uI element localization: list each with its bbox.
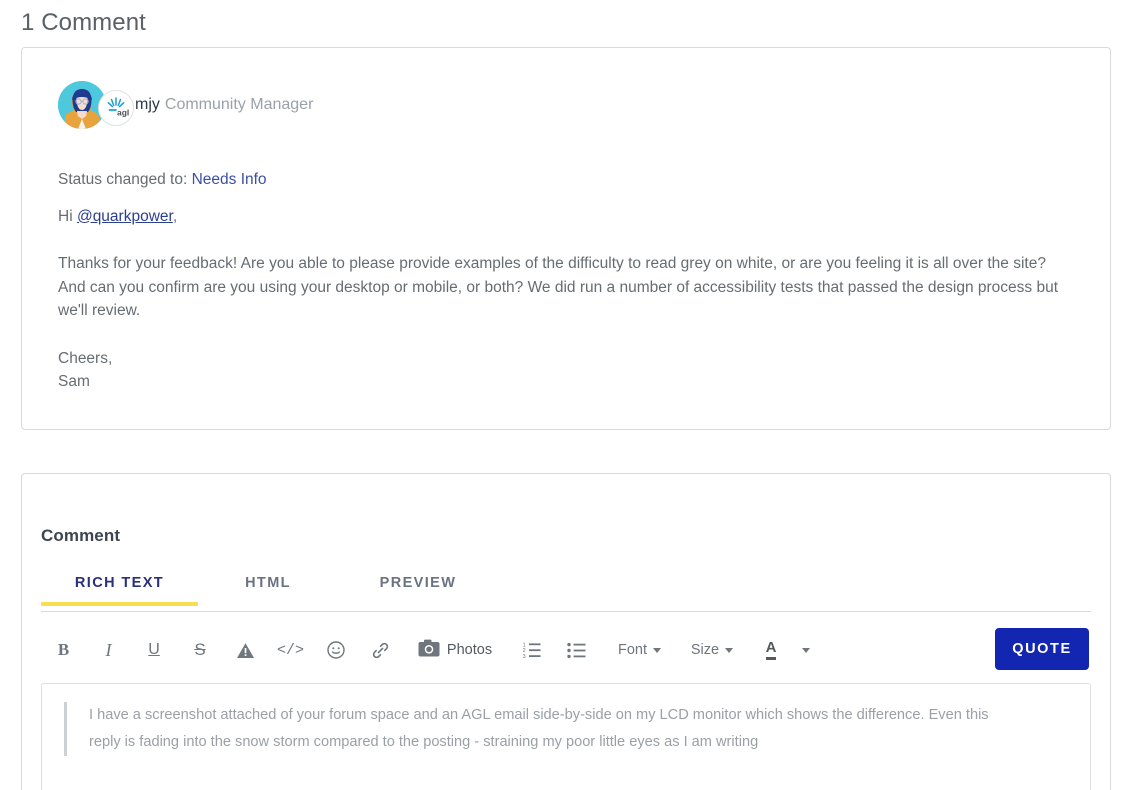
quoted-content-text: I have a screenshot attached of your for… [64,702,1024,756]
photos-button[interactable]: Photos [402,630,508,670]
photos-label: Photos [446,642,493,658]
status-prefix-text: Status changed to: [58,171,192,188]
greeting-prefix-text: Hi [58,207,77,225]
greeting-suffix-text: , [172,207,178,225]
font-dropdown[interactable]: Font [605,630,674,670]
comment-card: agl mjy Community Manager Status changed… [21,47,1111,430]
comment-author-row: agl mjy Community Manager [58,81,313,129]
comment-input-area[interactable]: I have a screenshot attached of your for… [41,683,1091,790]
bullet-list-icon[interactable] [554,630,599,670]
tab-html[interactable]: HTML [198,569,338,605]
tab-rich-text[interactable]: RICH TEXT [41,569,198,606]
comment-page: 1 Comment agl mjy Community Manager Stat… [0,0,1121,790]
text-color-button[interactable]: A [753,630,789,670]
agl-logo-badge-icon: agl [98,90,134,126]
mention-link[interactable]: @quarkpower [77,208,173,225]
camera-icon [418,639,440,661]
svg-text:3: 3 [522,654,525,659]
status-value-link[interactable]: Needs Info [192,171,267,188]
quote-button[interactable]: QUOTE [995,628,1089,670]
chevron-down-icon [802,647,810,653]
svg-text:agl: agl [117,108,129,118]
comment-body: Status changed to: Needs Info Hi @quarkp… [58,168,1070,394]
strikethrough-button[interactable]: S [177,630,223,670]
comment-signature: Sam [58,373,90,390]
italic-button[interactable]: I [86,630,131,670]
size-label: Size [690,642,720,658]
text-color-label: A [765,640,777,660]
comment-editor-card: Comment RICH TEXT HTML PREVIEW B I U S <… [21,473,1111,790]
comment-body-text: Thanks for your feedback! Are you able t… [58,255,1059,319]
smiley-face-icon[interactable] [313,630,358,670]
editor-title: Comment [41,526,121,545]
editor-tabs: RICH TEXT HTML PREVIEW [41,569,1091,612]
size-dropdown[interactable]: Size [679,630,745,670]
status-change-line: Status changed to: Needs Info [58,168,1070,192]
comment-author-role: Community Manager [164,96,314,113]
chevron-down-icon [653,647,661,653]
page-title: 1 Comment [21,9,146,36]
warning-triangle-icon[interactable] [223,630,268,670]
code-button[interactable]: </> [268,630,313,670]
avatar-wrap: agl [58,81,134,129]
chevron-down-icon [725,647,734,653]
comment-author-name[interactable]: mjy [135,95,160,115]
tab-preview[interactable]: PREVIEW [338,569,498,605]
text-color-dropdown[interactable] [789,630,823,670]
editor-toolbar: B I U S </> Photos 1 2 3 Font Size A [41,626,1091,674]
bold-button[interactable]: B [41,630,86,670]
chain-link-icon[interactable] [358,630,402,670]
font-label: Font [617,642,647,658]
comment-signoff: Cheers, [58,349,113,367]
underline-button[interactable]: U [131,630,177,670]
numbered-list-icon[interactable]: 1 2 3 [508,630,554,670]
greeting-line: Hi @quarkpower, [58,205,1070,229]
